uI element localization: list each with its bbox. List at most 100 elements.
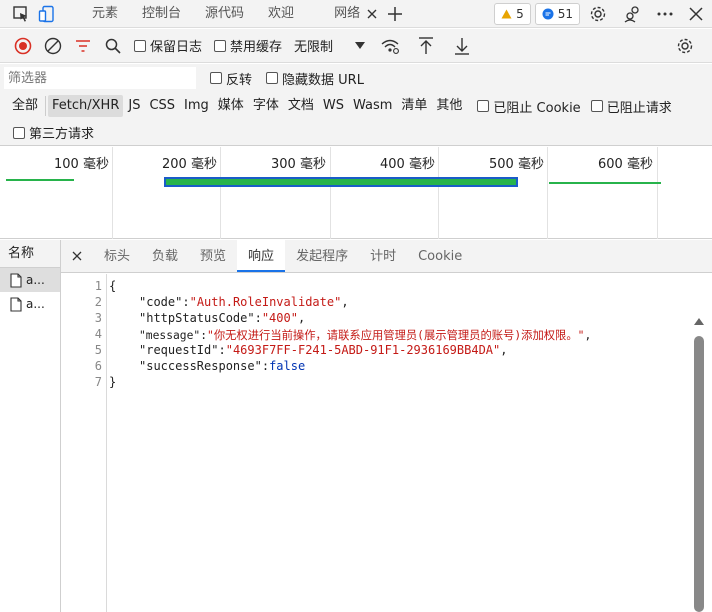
line-number: 5 (94, 343, 102, 357)
blocked-requests-label: 已阻止请求 (606, 100, 672, 116)
request-row[interactable]: a... (0, 268, 60, 292)
invert-checkbox[interactable]: 反转 (210, 69, 252, 88)
tab-response[interactable]: 响应 (237, 240, 286, 272)
timeline-request-bar (549, 182, 661, 184)
scroll-up-arrow-icon[interactable] (694, 314, 704, 328)
code-line: "httpStatusCode":"400", (139, 311, 306, 325)
device-emulation-icon[interactable] (34, 0, 60, 28)
network-settings-gear-icon[interactable] (670, 29, 700, 63)
json-key: "message" (139, 329, 201, 342)
blocked-requests-checkbox[interactable]: 已阻止请求 (590, 97, 672, 116)
filter-row: 反转 隐藏数据 URL (0, 64, 712, 92)
vertical-scrollbar[interactable] (694, 314, 704, 612)
disable-cache-box[interactable] (214, 39, 227, 52)
type-filter-wasm[interactable]: Wasm (349, 95, 396, 117)
type-filter-media[interactable]: 媒体 (214, 95, 248, 117)
tab-payload[interactable]: 负载 (141, 240, 189, 272)
tab-initiator[interactable]: 发起程序 (285, 240, 359, 272)
json-boolean: false (269, 359, 306, 373)
document-icon (10, 296, 22, 312)
customize-people-icon[interactable] (616, 0, 650, 28)
code-line: "successResponse":false (139, 359, 306, 373)
record-stop-icon[interactable] (8, 29, 38, 63)
search-icon[interactable] (98, 29, 128, 63)
devtools-tab-bar: 元素 控制台 源代码 欢迎 网络 5 51 (0, 0, 712, 28)
timeline-gridline (112, 147, 113, 239)
messages-badge[interactable]: 51 (534, 2, 580, 25)
tab-preview[interactable]: 预览 (189, 240, 237, 272)
detail-tab-bar: 标头 负载 预览 响应 发起程序 计时 Cookie (61, 240, 712, 273)
tab-console[interactable]: 控制台 (130, 0, 193, 28)
type-filter-css[interactable]: CSS (145, 95, 179, 117)
type-filter-ws[interactable]: WS (319, 95, 348, 117)
type-filter-other[interactable]: 其他 (432, 95, 466, 117)
dropdown-arrow-icon (355, 42, 366, 49)
timeline-request-bar (6, 179, 74, 181)
blocked-requests-box[interactable] (590, 100, 603, 112)
line-number: 2 (94, 295, 102, 309)
warnings-count: 5 (516, 6, 524, 21)
json-string: "4693F7FF-F241-5ABD-91F1-2936169BB4DA" (225, 343, 501, 357)
tab-welcome[interactable]: 欢迎 (256, 0, 306, 28)
filter-input[interactable] (4, 67, 196, 89)
network-toolbar: 保留日志 禁用缓存 无限制 (0, 29, 712, 63)
network-overview-timeline[interactable]: 100 毫秒 200 毫秒 300 毫秒 400 毫秒 500 毫秒 600 毫… (0, 147, 712, 239)
hide-data-urls-checkbox[interactable]: 隐藏数据 URL (266, 69, 364, 88)
third-party-box[interactable] (13, 126, 25, 139)
json-string: "你无权进行当前操作，请联系应用管理员(展示管理员的账号)添加权限。" (207, 329, 585, 342)
tab-elements[interactable]: 元素 (80, 0, 130, 28)
type-filter-js[interactable]: JS (124, 95, 144, 117)
add-tab-icon[interactable] (380, 0, 410, 28)
blocked-cookies-label: 已阻止 Cookie (493, 100, 581, 116)
request-name: a... (26, 273, 45, 287)
request-row[interactable]: a... (0, 292, 60, 316)
inspect-element-icon[interactable] (8, 0, 34, 28)
export-har-icon[interactable] (447, 29, 477, 63)
settings-gear-icon[interactable] (580, 0, 616, 28)
import-har-icon[interactable] (411, 29, 441, 63)
type-filter-all[interactable]: 全部 (8, 95, 42, 117)
type-filter-doc[interactable]: 文档 (284, 95, 318, 117)
response-code-viewer[interactable]: 1 2 3 4 5 6 7 { "code":"Auth.RoleInvalid… (61, 274, 712, 612)
filter-icon[interactable] (68, 29, 98, 63)
type-filter-font[interactable]: 字体 (249, 95, 283, 117)
type-filter-img[interactable]: Img (180, 95, 213, 117)
line-number: 3 (94, 311, 102, 325)
name-column-header[interactable]: 名称 (0, 240, 60, 268)
timeline-tick-label: 400 毫秒 (380, 157, 435, 172)
hide-data-urls-box[interactable] (266, 72, 279, 84)
clear-icon[interactable] (38, 29, 68, 63)
type-filter-manifest[interactable]: 清单 (397, 95, 431, 117)
warnings-badge[interactable]: 5 (494, 2, 531, 25)
scrollbar-thumb[interactable] (694, 336, 704, 612)
tab-timing[interactable]: 计时 (359, 240, 407, 272)
disable-cache-checkbox[interactable]: 禁用缓存 (214, 36, 282, 55)
blocked-cookies-checkbox[interactable]: 已阻止 Cookie (477, 97, 581, 116)
third-party-label: 第三方请求 (29, 127, 95, 142)
timeline-gridline (438, 147, 439, 239)
tab-network[interactable]: 网络 (322, 0, 364, 28)
type-filter-fetch-xhr[interactable]: Fetch/XHR (48, 95, 124, 117)
blocked-cookies-box[interactable] (477, 100, 490, 112)
preserve-log-checkbox[interactable]: 保留日志 (134, 36, 202, 55)
json-string: "400" (261, 311, 298, 325)
messages-count: 51 (557, 6, 573, 21)
type-filter-row: 全部 Fetch/XHR JS CSS Img 媒体 字体 文档 WS Wasm… (0, 92, 712, 120)
more-options-icon[interactable] (650, 0, 680, 28)
tab-cookies[interactable]: Cookie (407, 240, 473, 272)
preserve-log-box[interactable] (134, 39, 146, 52)
third-party-row: 第三方请求 (0, 120, 712, 146)
line-number: 1 (94, 279, 102, 293)
invert-box[interactable] (210, 72, 222, 84)
close-tab-icon[interactable] (364, 0, 380, 28)
json-key: "requestId" (139, 343, 219, 357)
throttling-select[interactable]: 无限制 (290, 36, 369, 55)
close-detail-icon[interactable] (61, 240, 93, 272)
tab-headers[interactable]: 标头 (93, 240, 141, 272)
close-devtools-icon[interactable] (680, 0, 712, 28)
code-line: { (109, 279, 116, 293)
third-party-checkbox[interactable]: 第三方请求 (13, 123, 94, 142)
network-conditions-icon[interactable] (375, 29, 405, 63)
timeline-tick-label: 200 毫秒 (162, 157, 217, 172)
tab-sources[interactable]: 源代码 (193, 0, 256, 28)
